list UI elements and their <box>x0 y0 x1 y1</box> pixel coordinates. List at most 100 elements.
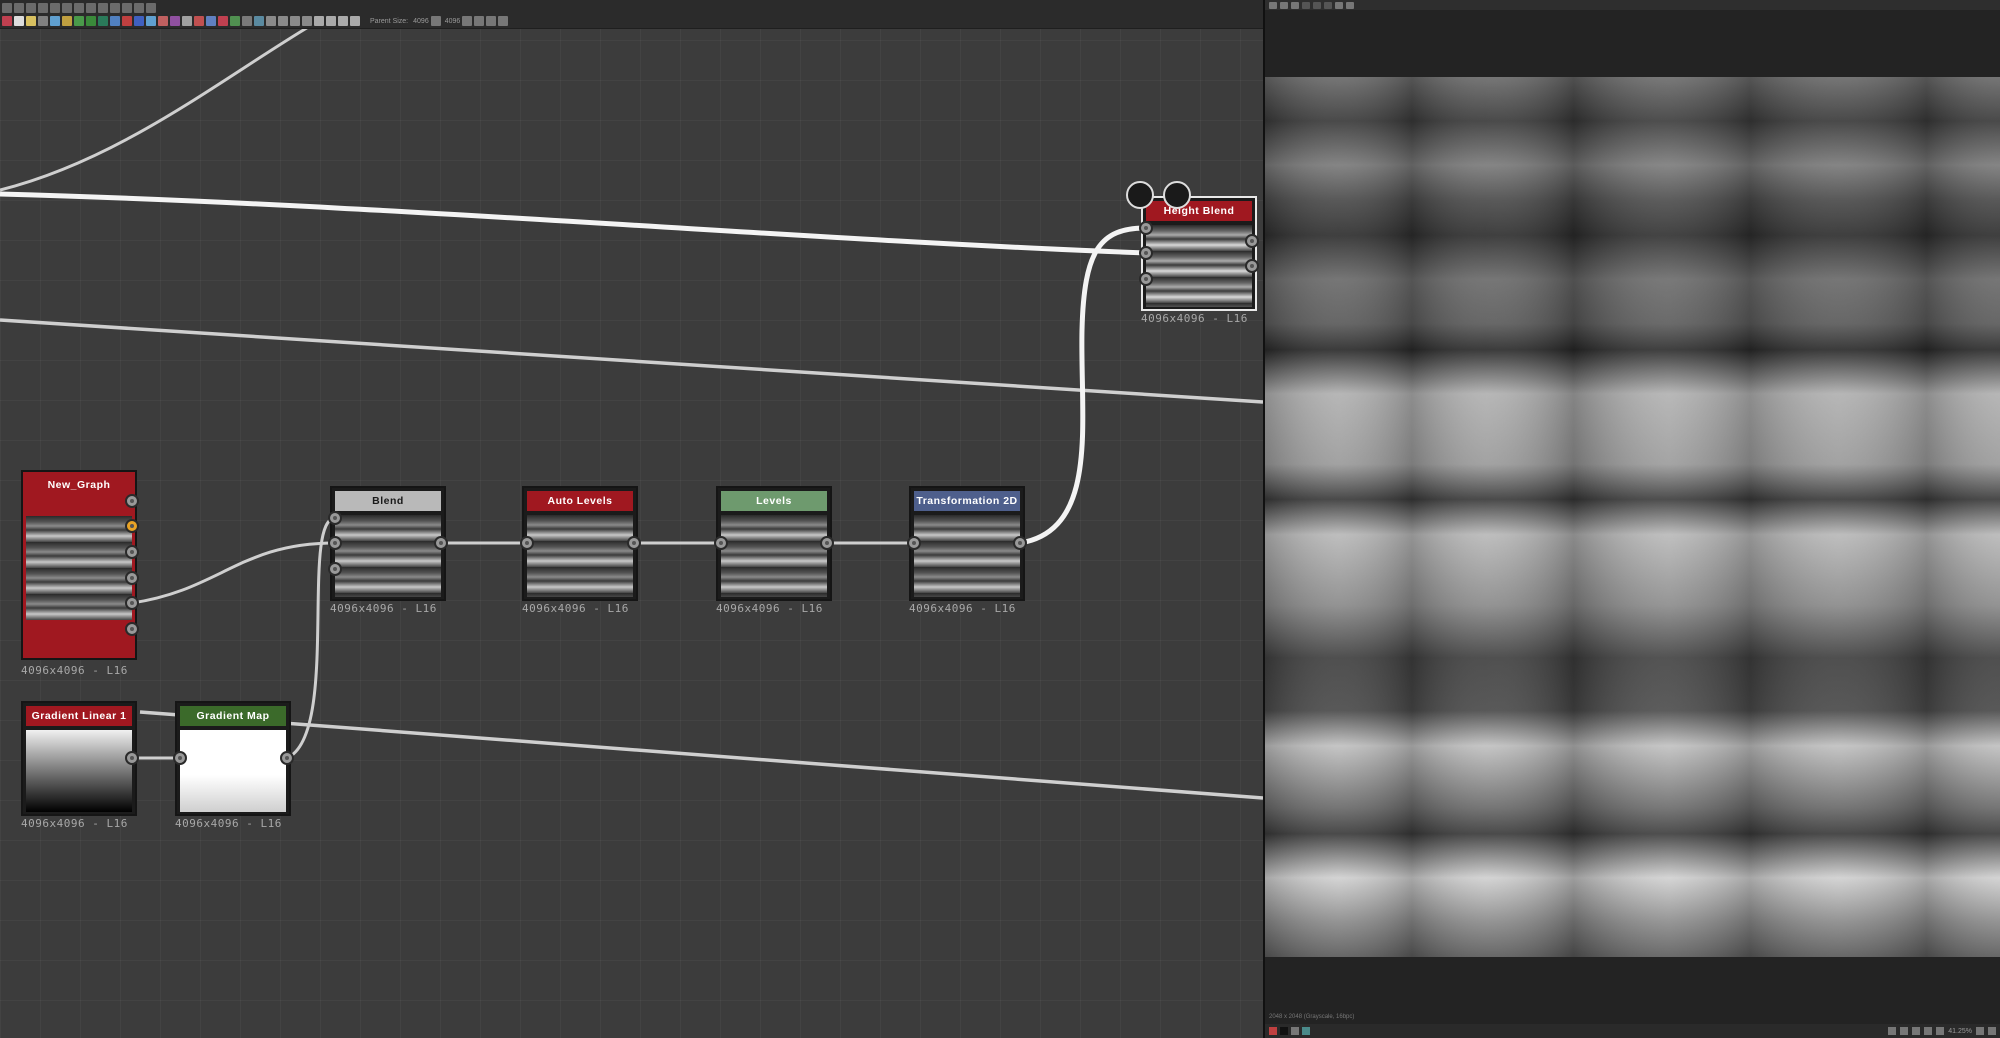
text-node-icon[interactable] <box>194 16 204 26</box>
fit-icon[interactable] <box>1900 1027 1909 1035</box>
channel-icon[interactable] <box>1302 1 1310 9</box>
copy-icon[interactable] <box>1291 1 1299 9</box>
reset-size-icon[interactable] <box>462 16 473 26</box>
input-port-height-bottom[interactable] <box>1139 246 1153 260</box>
node-auto-levels-body[interactable]: Auto Levels <box>522 486 638 601</box>
output-port[interactable] <box>125 751 139 765</box>
display-icon[interactable] <box>302 16 312 26</box>
node-new-graph-body[interactable]: New_Graph <box>21 470 137 660</box>
dependency-icon[interactable] <box>326 16 336 26</box>
function-icon[interactable] <box>38 3 48 13</box>
levels-node-icon[interactable] <box>62 16 72 26</box>
graph-menu-icon[interactable] <box>2 3 12 13</box>
align-nodes-icon[interactable] <box>278 16 288 26</box>
2d-view-image[interactable] <box>1265 77 2000 957</box>
grid-toggle-icon[interactable] <box>1888 1027 1897 1035</box>
emboss-node-icon[interactable] <box>158 16 168 26</box>
layout-icon[interactable] <box>266 16 276 26</box>
parent-size-height[interactable]: 4096 <box>445 18 461 25</box>
output-port-1[interactable] <box>125 494 139 508</box>
vertical-arrows-icon[interactable] <box>486 16 497 26</box>
frame-node-icon[interactable] <box>26 16 36 26</box>
node-gradient-linear-1-body[interactable]: Gradient Linear 1 <box>21 701 137 816</box>
input-port-mask[interactable] <box>328 562 342 576</box>
lock-icon[interactable] <box>1988 1027 1996 1035</box>
input-port-height-top[interactable] <box>1139 221 1153 235</box>
zoom-in-icon[interactable] <box>1976 1027 1984 1035</box>
node-transformation-2d[interactable]: Transformation 2D 4096x4096 - L16 <box>909 486 1025 621</box>
graph-canvas[interactable]: Parent Size: 4096 4096 New_Graph 4096x40… <box>0 0 1263 1038</box>
input-port-mask[interactable] <box>1139 272 1153 286</box>
output-port[interactable] <box>434 536 448 550</box>
picker-icon[interactable] <box>1335 1 1343 9</box>
grid-icon[interactable] <box>146 3 156 13</box>
zoom-out-icon[interactable] <box>1936 1027 1945 1035</box>
node-levels-body[interactable]: Levels <box>716 486 832 601</box>
snapshot-icon[interactable] <box>26 3 36 13</box>
preview-icon[interactable] <box>314 16 324 26</box>
node-transformation-2d-body[interactable]: Transformation 2D <box>909 486 1025 601</box>
overlay-icon[interactable] <box>1324 1 1332 9</box>
save-icon[interactable] <box>1280 1 1288 9</box>
gradient-node-icon[interactable] <box>86 16 96 26</box>
curve-node-icon[interactable] <box>74 16 84 26</box>
warp-node-icon[interactable] <box>122 16 132 26</box>
atomic-node-icon[interactable] <box>2 16 12 26</box>
node-gradient-map-body[interactable]: Gradient Map <box>175 701 291 816</box>
refresh-icon[interactable] <box>110 3 120 13</box>
input-port[interactable] <box>714 536 728 550</box>
tiling-mode-icon[interactable] <box>1302 1027 1310 1035</box>
node-gradient-map[interactable]: Gradient Map 4096x4096 - L16 <box>175 701 291 836</box>
node-blend[interactable]: Blend 4096x4096 - L16 <box>330 486 446 621</box>
frame-icon[interactable] <box>14 3 24 13</box>
hsl-node-icon[interactable] <box>98 16 108 26</box>
input-port[interactable] <box>520 536 534 550</box>
value-node-icon[interactable] <box>254 16 264 26</box>
screen-icon[interactable] <box>134 3 144 13</box>
node-height-blend-body[interactable]: Height Blend <box>1141 196 1257 311</box>
transform-node-icon[interactable] <box>146 16 156 26</box>
node-blend-body[interactable]: Blend <box>330 486 446 601</box>
node-auto-levels[interactable]: Auto Levels 4096x4096 - L16 <box>522 486 638 621</box>
view-menu-icon[interactable] <box>1269 1 1277 9</box>
input-port-background[interactable] <box>328 536 342 550</box>
input-node-icon[interactable] <box>230 16 240 26</box>
node-new-graph[interactable]: New_Graph 4096x4096 - L16 <box>21 470 137 677</box>
output-port[interactable] <box>280 751 294 765</box>
settings-icon[interactable] <box>338 16 348 26</box>
pan-icon[interactable] <box>1924 1027 1933 1035</box>
output-port[interactable] <box>627 536 641 550</box>
snap-icon[interactable] <box>290 16 300 26</box>
parent-size-width[interactable]: 4096 <box>413 18 429 25</box>
output-port-2[interactable] <box>125 519 139 533</box>
blur-node-icon[interactable] <box>134 16 144 26</box>
svg-node-icon[interactable] <box>206 16 216 26</box>
share-icon[interactable] <box>74 3 84 13</box>
output-port-4[interactable] <box>125 571 139 585</box>
input-port[interactable] <box>173 751 187 765</box>
comment-icon[interactable] <box>14 16 24 26</box>
tiling-icon[interactable] <box>1313 1 1321 9</box>
tools-icon[interactable] <box>122 3 132 13</box>
node-height-blend[interactable]: Height Blend 4096x4096 - L16 <box>1141 196 1257 331</box>
input-port-foreground[interactable] <box>328 511 342 525</box>
output-port-3[interactable] <box>125 545 139 559</box>
pixel-processor-icon[interactable] <box>182 16 192 26</box>
output-port-height[interactable] <box>1245 259 1259 273</box>
histogram-icon[interactable] <box>1346 1 1354 9</box>
bitmap-node-icon[interactable] <box>218 16 228 26</box>
output-port-5[interactable] <box>125 596 139 610</box>
documentation-icon[interactable] <box>1126 181 1154 209</box>
export-icon[interactable] <box>498 16 509 26</box>
output-port-blended[interactable] <box>1245 234 1259 248</box>
alpha-icon[interactable] <box>1291 1027 1299 1035</box>
distribute-icon[interactable] <box>98 3 108 13</box>
input-port[interactable] <box>907 536 921 550</box>
output-port[interactable] <box>820 536 834 550</box>
pin-icon[interactable] <box>350 16 360 26</box>
fullscreen-icon[interactable] <box>1912 1027 1921 1035</box>
link-ratio-icon[interactable] <box>430 16 441 26</box>
arrows-icon[interactable] <box>474 16 485 26</box>
fx-map-icon[interactable] <box>170 16 180 26</box>
search-icon[interactable] <box>50 3 60 13</box>
